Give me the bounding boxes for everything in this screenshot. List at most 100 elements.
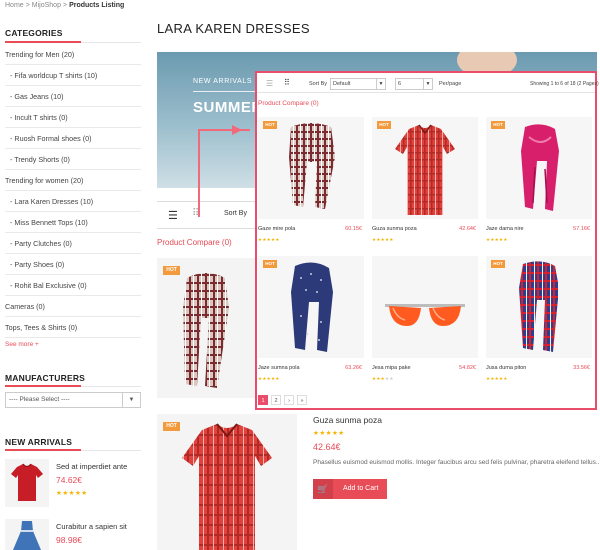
page-title: LARA KAREN DRESSES xyxy=(157,21,310,36)
new-arrival-image-1[interactable] xyxy=(5,459,49,507)
tartan-scarf-image xyxy=(519,261,559,352)
category-item[interactable]: - Trendy Shorts (0) xyxy=(5,149,141,170)
new-arrivals-underline xyxy=(5,449,81,451)
category-item[interactable]: Cameras (0) xyxy=(5,296,141,317)
manufacturer-select[interactable]: ---- Please Select ---- ▼ xyxy=(5,392,141,408)
product-image-1[interactable] xyxy=(157,258,255,398)
overlay-toolbar-divider xyxy=(257,92,595,93)
product-card-rating: ★★★★★ xyxy=(486,237,508,242)
perpage-select[interactable]: 6 ▼ xyxy=(395,78,433,90)
hot-badge: HOT xyxy=(491,121,505,129)
product-card-name[interactable]: Jaze dama nire xyxy=(486,226,524,232)
page-2-button[interactable]: 2 xyxy=(271,395,281,405)
breadcrumb: Home > MijoShop > Products Listing xyxy=(5,2,125,9)
product-card-image[interactable] xyxy=(372,117,478,219)
chevron-down-icon: ▼ xyxy=(423,79,432,89)
overlay-product-compare-link[interactable]: Product Compare (0) xyxy=(258,100,319,107)
product-card-name[interactable]: Gaze mire pola xyxy=(258,226,295,232)
category-item[interactable]: - Party Clutches (0) xyxy=(5,233,141,254)
hot-badge: HOT xyxy=(263,260,277,268)
plaid-scarf-image xyxy=(289,123,335,209)
product-card-name[interactable]: Jaze sumna pola xyxy=(258,365,300,371)
sort-select[interactable]: Default ▼ xyxy=(330,78,386,90)
category-item[interactable]: - Ruosh Formal shoes (0) xyxy=(5,128,141,149)
manufacturers-underline xyxy=(5,385,81,387)
new-arrival-title-1[interactable]: Sed at imperdiet ante xyxy=(56,462,127,471)
category-item[interactable]: Tops, Tees & Shirts (0) xyxy=(5,317,141,338)
list-view-icon[interactable]: ☰ xyxy=(168,209,178,222)
hot-badge: HOT xyxy=(163,422,180,431)
product-card-rating: ★★★★★ xyxy=(486,376,508,381)
hot-badge: HOT xyxy=(377,121,391,129)
see-more-link[interactable]: See more + xyxy=(5,341,39,348)
product-card-rating: ★★★★★ xyxy=(372,376,394,381)
product-card-name[interactable]: Jesa mipa pake xyxy=(372,365,411,371)
overlay-sort-by-label: Sort By xyxy=(309,81,328,87)
product-card[interactable]: HOT Jusa duma piton 33.56€ ★★★★★ xyxy=(486,256,592,384)
category-item[interactable]: - Lara Karen Dresses (10) xyxy=(5,191,141,212)
product-card-image[interactable] xyxy=(372,256,478,358)
product-card-image[interactable] xyxy=(486,256,592,358)
product-card-name[interactable]: Guza sunma poza xyxy=(372,226,417,232)
sort-by-label: Sort By xyxy=(224,210,247,217)
product-card-name[interactable]: Jusa duma piton xyxy=(486,365,526,371)
add-to-cart-button[interactable]: 🛒 Add to Cart xyxy=(313,479,387,499)
category-item[interactable]: - Incult T shirts (0) xyxy=(5,107,141,128)
product-card-image[interactable] xyxy=(258,256,364,358)
sunglasses-image xyxy=(385,304,465,326)
category-item[interactable]: - Rohit Bal Exclusive (0) xyxy=(5,275,141,296)
toolbar-bottom-border xyxy=(157,228,257,229)
product-price: 42.64€ xyxy=(313,442,341,452)
product-card-rating: ★★★★★ xyxy=(372,237,394,242)
showing-results: Showing 1 to 6 of 18 (2 Pages) xyxy=(530,81,599,87)
overlay-grid-view-icon[interactable]: ⠿ xyxy=(284,78,290,87)
overlay-list-view-icon[interactable]: ☰ xyxy=(266,79,273,88)
page-1-button[interactable]: 1 xyxy=(258,395,268,405)
category-item[interactable]: - Gas Jeans (10) xyxy=(5,86,141,107)
product-card-price: 54.82€ xyxy=(459,365,476,371)
hot-badge: HOT xyxy=(491,260,505,268)
navy-scarf-image xyxy=(291,262,333,352)
plaid-scarf-image xyxy=(183,273,229,388)
hot-badge: HOT xyxy=(163,266,180,275)
category-item[interactable]: - Miss Bennett Tops (10) xyxy=(5,212,141,233)
red-plaid-shirt-image xyxy=(182,423,272,550)
chevron-down-icon: ▼ xyxy=(376,79,385,89)
product-card[interactable]: Jesa mipa pake 54.82€ ★★★★★ xyxy=(372,256,478,384)
category-item[interactable]: - Party Shoes (0) xyxy=(5,254,141,275)
product-card-image[interactable] xyxy=(486,117,592,219)
product-card-rating: ★★★★★ xyxy=(258,376,280,381)
product-card-price: 60.15€ xyxy=(345,226,362,232)
product-card[interactable]: HOT Jaze dama nire 57.16€ ★★★★★ xyxy=(486,117,592,245)
blue-dress-icon xyxy=(13,521,41,550)
annotation-arrow-shaft xyxy=(198,129,250,131)
breadcrumb-shop[interactable]: MijoShop xyxy=(32,2,61,9)
category-item[interactable]: - Fifa worldcup T shirts (10) xyxy=(5,65,141,86)
cart-icon: 🛒 xyxy=(313,479,333,499)
product-card[interactable]: HOT Guza sunma poza 42.64€ ★★★★★ xyxy=(372,117,478,245)
product-card[interactable]: HOT Gaze mire pola 60.15€ ★★★★★ xyxy=(258,117,364,245)
new-arrival-price-2: 98.98€ xyxy=(56,535,82,545)
categories-heading: CATEGORIES xyxy=(5,28,63,38)
pagination: 1 2 › » xyxy=(258,395,307,405)
perpage-label: Per/page xyxy=(439,81,462,87)
product-card-price: 63.26€ xyxy=(345,365,362,371)
new-arrival-title-2[interactable]: Curabitur a sapien sit xyxy=(56,522,127,531)
product-compare-link[interactable]: Product Compare (0) xyxy=(157,238,232,247)
product-image-2[interactable] xyxy=(157,414,297,550)
product-card-image[interactable] xyxy=(258,117,364,219)
category-item[interactable]: Trending for women (20) xyxy=(5,170,141,191)
red-shirt-image xyxy=(395,124,455,215)
last-page-button[interactable]: » xyxy=(297,395,307,405)
product-card[interactable]: HOT Jaze sumna pola 63.26€ ★★★★★ xyxy=(258,256,364,384)
new-arrival-image-2[interactable] xyxy=(5,519,49,550)
pink-scarf-image xyxy=(521,124,559,211)
product-card-price: 33.56€ xyxy=(573,365,590,371)
product-name[interactable]: Guza sunma poza xyxy=(313,415,382,425)
hot-badge: HOT xyxy=(263,121,277,129)
chevron-down-icon: ▼ xyxy=(122,393,140,407)
next-page-button[interactable]: › xyxy=(284,395,294,405)
category-item[interactable]: Trending for Men (20) xyxy=(5,44,141,65)
breadcrumb-home[interactable]: Home xyxy=(5,2,24,9)
toolbar-top-border xyxy=(157,201,257,202)
